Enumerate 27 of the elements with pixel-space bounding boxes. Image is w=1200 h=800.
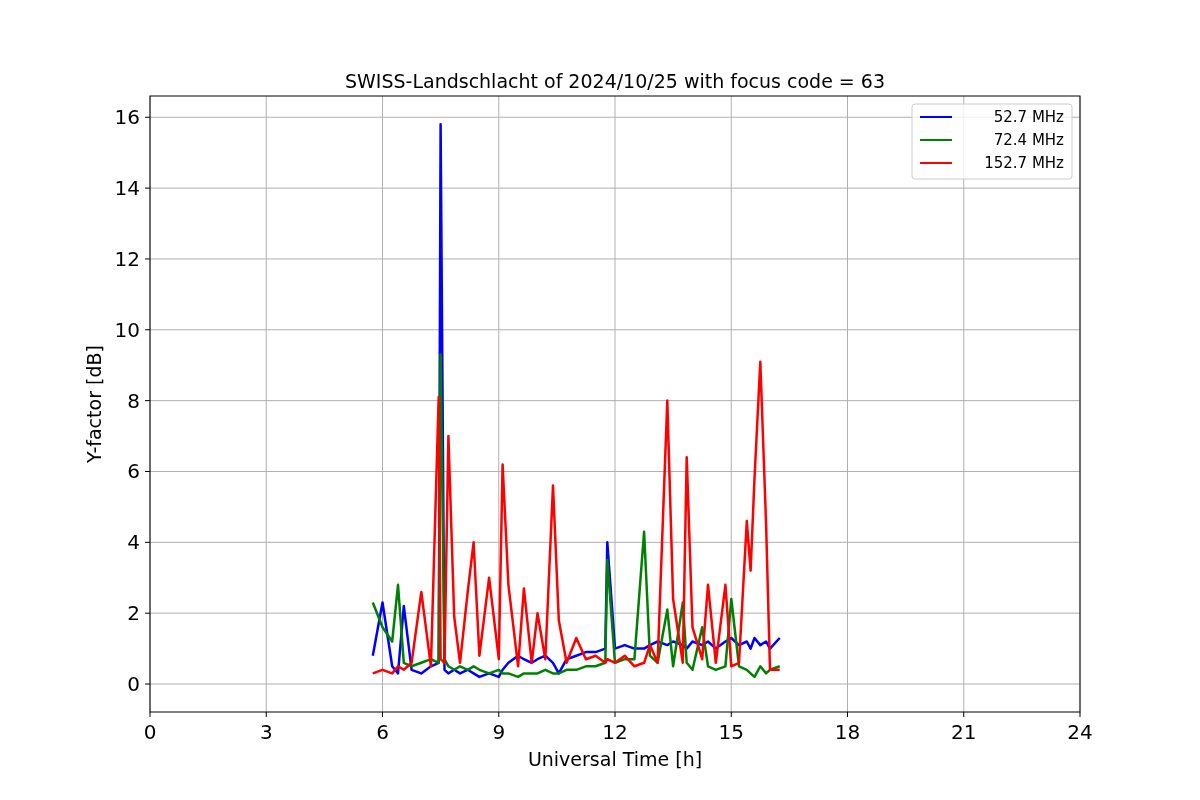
- x-tick-label: 18: [834, 720, 861, 744]
- x-axis-label: Universal Time [h]: [527, 748, 703, 770]
- chart-title: SWISS-Landschlacht of 2024/10/25 with focus code = 63: [345, 70, 885, 92]
- x-tick-label: 21: [951, 720, 977, 744]
- x-tick-label: 3: [259, 720, 273, 744]
- x-tick-label: 12: [602, 720, 628, 744]
- legend-label: 72.4 MHz: [993, 131, 1064, 149]
- legend-line: [919, 116, 953, 118]
- y-tick-label: 10: [114, 317, 140, 342]
- legend-line: [919, 139, 953, 141]
- y-tick-label: 14: [114, 176, 140, 201]
- legend-line: [919, 162, 953, 164]
- y-tick-label: 4: [127, 530, 140, 555]
- y-tick-label: 8: [127, 388, 140, 413]
- y-tick-label: 0: [127, 672, 140, 696]
- legend-label: 52.7 MHz: [993, 108, 1064, 126]
- x-tick-label: 0: [143, 720, 157, 744]
- y-tick-label: 2: [127, 601, 140, 626]
- y-axis-label: Y-factor [dB]: [83, 345, 105, 463]
- x-tick-label: 9: [492, 720, 506, 744]
- y-tick-label: 12: [114, 246, 140, 271]
- x-tick-label: 24: [1067, 720, 1093, 744]
- x-tick-label: 15: [718, 720, 744, 744]
- x-tick-label: 6: [376, 720, 389, 744]
- y-tick-label: 16: [114, 105, 140, 130]
- legend-label: 152.7 MHz: [984, 154, 1064, 172]
- y-tick-label: 6: [127, 459, 140, 484]
